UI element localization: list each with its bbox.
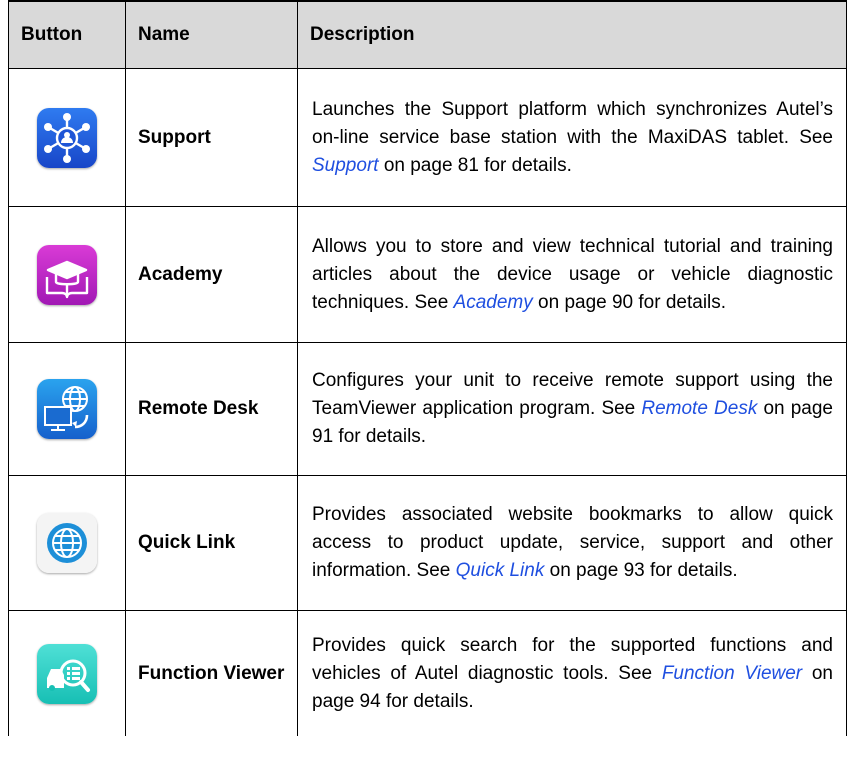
header-name: Name <box>125 0 298 69</box>
description-text: on page 90 for details. <box>532 291 727 313</box>
description-text: on page 81 for details. <box>378 154 572 176</box>
description-support: Launches the Support platform which sync… <box>297 68 847 207</box>
name-support: Support <box>125 68 298 207</box>
table-row: Academy Allows you to store and view tec… <box>8 206 847 343</box>
button-description-table: Button Name Description Support Launches… <box>8 0 847 736</box>
table-header-row: Button Name Description <box>8 0 847 69</box>
table-row: Function Viewer Provides quick search fo… <box>8 610 847 736</box>
description-text: on page 93 for details. <box>544 560 738 581</box>
academy-link[interactable]: Academy <box>454 292 533 313</box>
description-text: Launches the Support platform which sync… <box>312 98 833 148</box>
support-icon <box>37 107 97 168</box>
academy-icon <box>37 244 97 305</box>
table-row: Remote Desk Configures your unit to rece… <box>8 342 847 476</box>
name-quick-link: Quick Link <box>125 475 298 611</box>
icon-cell <box>8 610 126 736</box>
name-function-viewer: Function Viewer <box>125 610 298 736</box>
name-remote-desk: Remote Desk <box>125 342 298 476</box>
header-button: Button <box>8 0 126 69</box>
icon-cell <box>8 342 126 476</box>
icon-cell <box>8 68 126 207</box>
description-academy: Allows you to store and view technical t… <box>297 206 847 343</box>
description-quick-link: Provides associated website bookmarks to… <box>297 475 847 611</box>
remote-desk-link[interactable]: Remote Desk <box>641 398 757 419</box>
table-row: Support Launches the Support platform wh… <box>8 68 847 207</box>
description-function-viewer: Provides quick search for the supported … <box>297 610 847 736</box>
quick-link-link[interactable]: Quick Link <box>456 560 545 581</box>
table-row: Quick Link Provides associated website b… <box>8 475 847 611</box>
quick-link-icon <box>37 513 97 573</box>
description-remote-desk: Configures your unit to receive remote s… <box>297 342 847 476</box>
function-viewer-link[interactable]: Function Viewer <box>662 663 802 684</box>
function-viewer-icon <box>37 643 97 704</box>
name-academy: Academy <box>125 206 298 343</box>
header-description: Description <box>297 0 847 69</box>
remote-desk-icon <box>37 379 97 439</box>
icon-cell <box>8 475 126 611</box>
support-link[interactable]: Support <box>312 155 379 176</box>
icon-cell <box>8 206 126 343</box>
